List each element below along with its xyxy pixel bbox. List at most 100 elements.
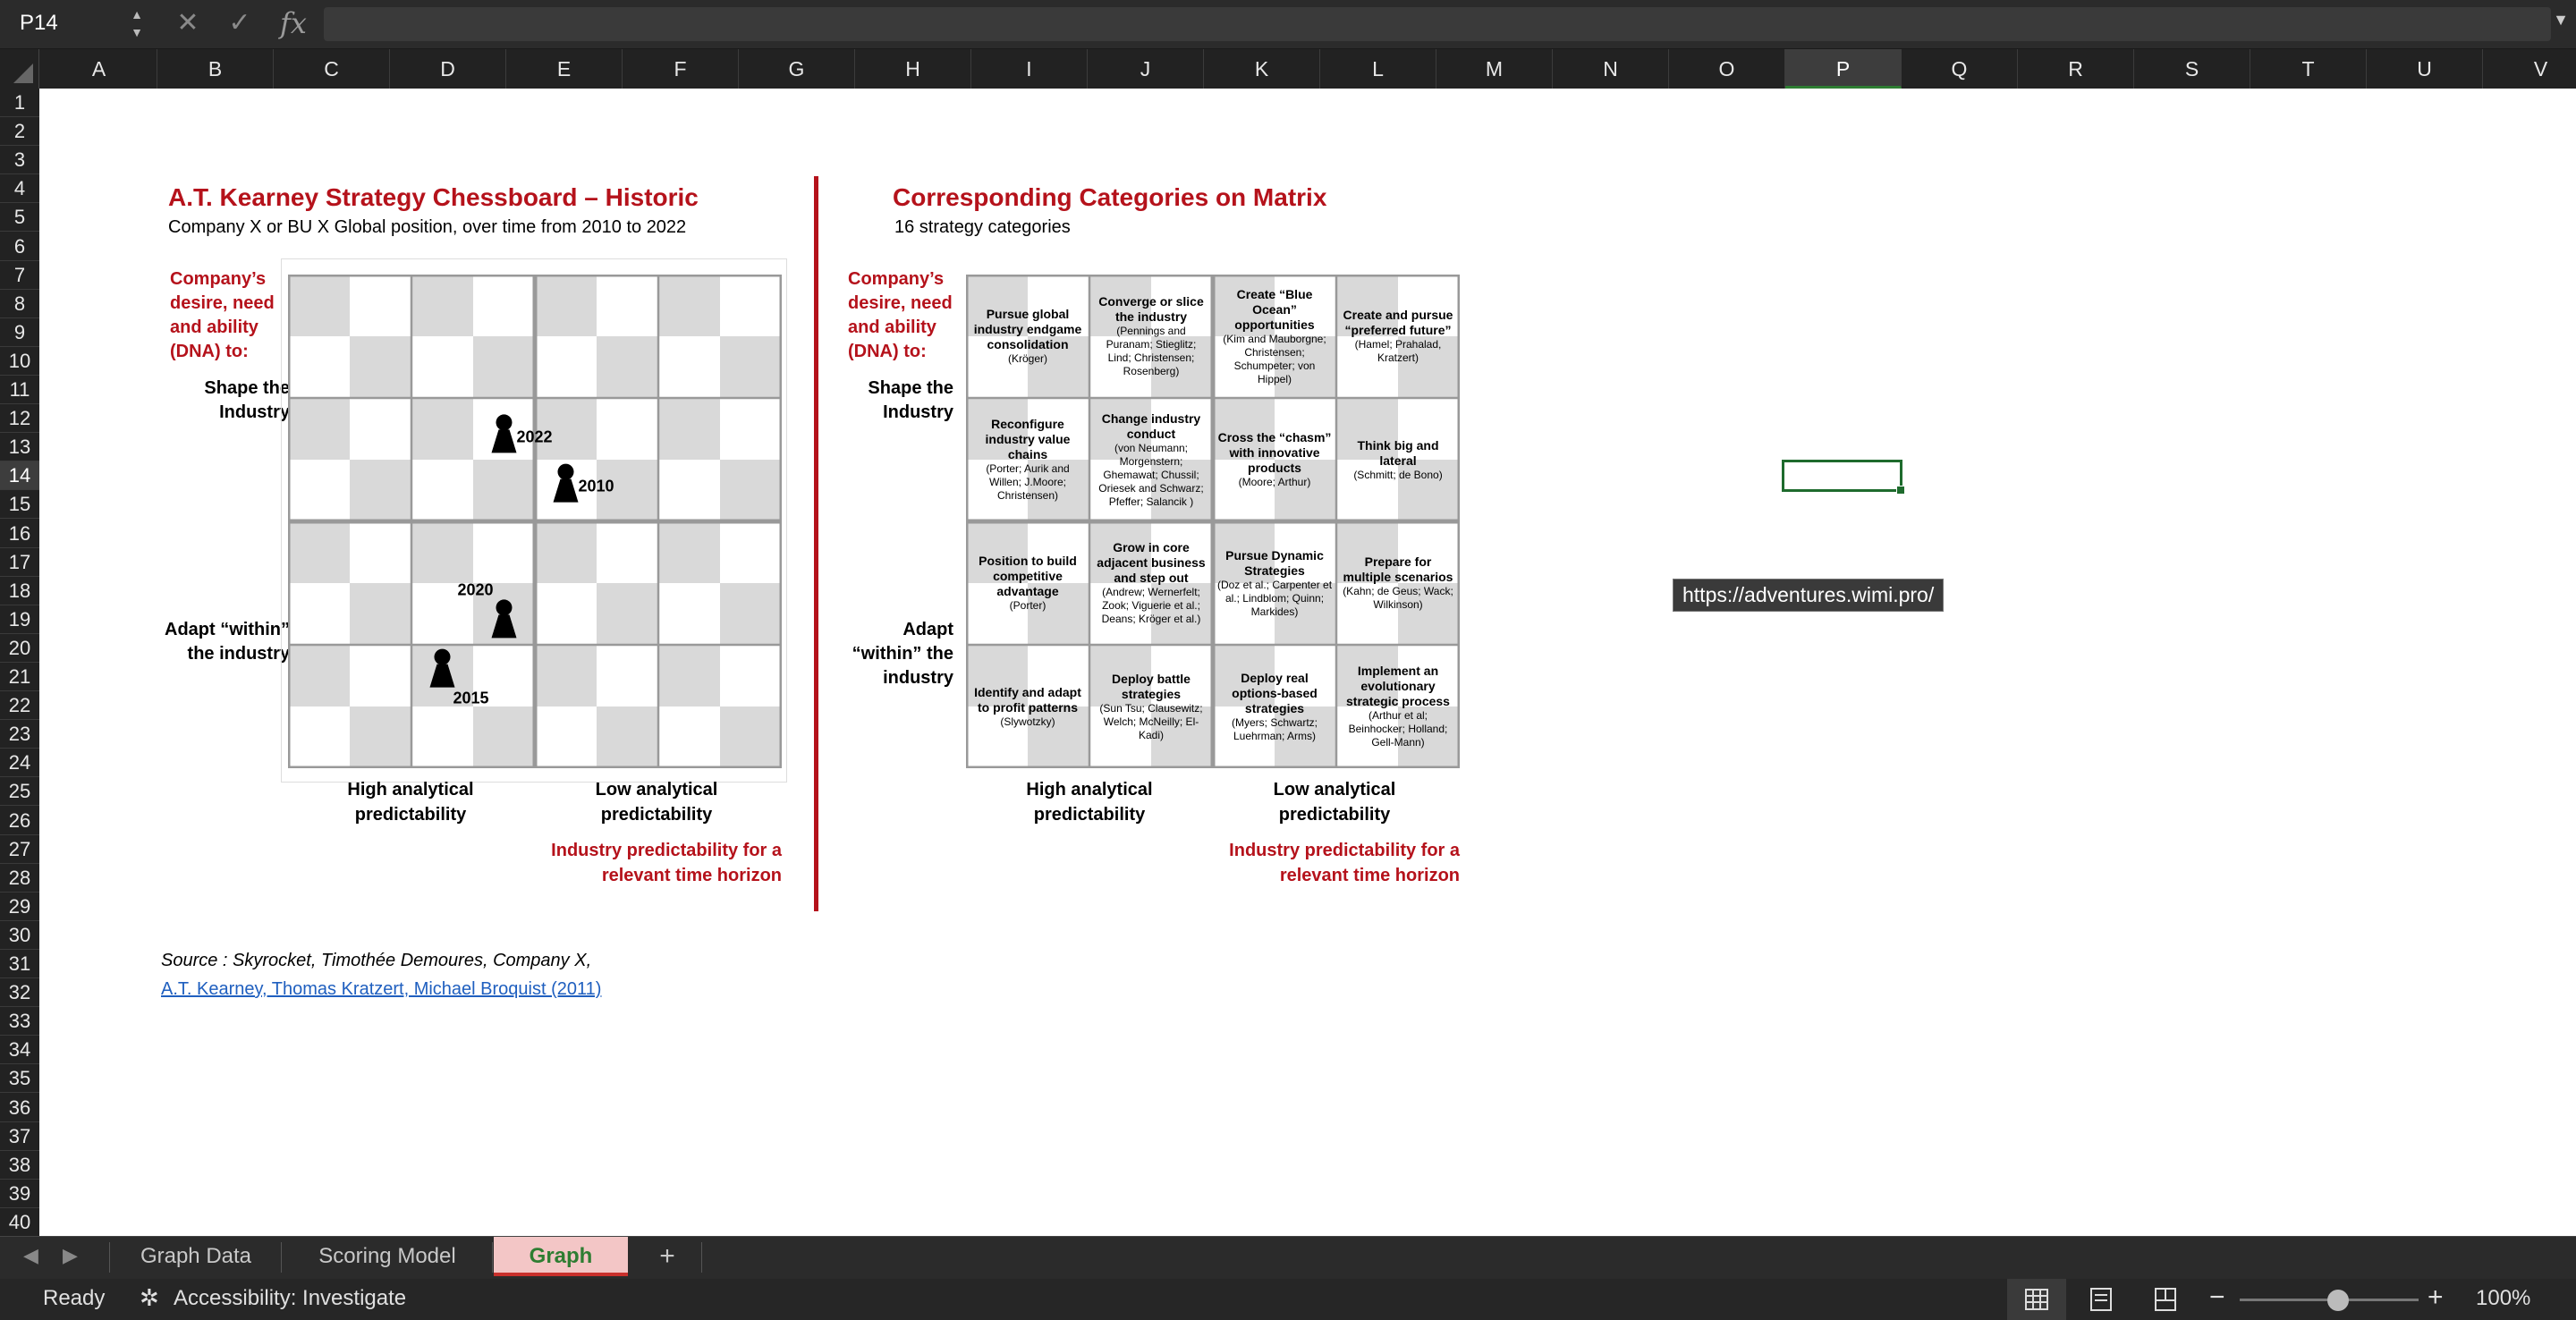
row-header-23[interactable]: 23 (0, 720, 39, 749)
row-header-8[interactable]: 8 (0, 290, 39, 318)
row-header-40[interactable]: 40 (0, 1208, 39, 1237)
board-square (720, 460, 782, 521)
name-box-spinner[interactable]: ▲ ▼ (127, 5, 147, 43)
zoom-slider-handle[interactable] (2327, 1290, 2349, 1311)
row-header-28[interactable]: 28 (0, 864, 39, 893)
column-header-F[interactable]: F (623, 49, 739, 89)
page-break-button[interactable] (2136, 1279, 2195, 1320)
strategy-refs: (Arthur et al; Beinhocker; Holland; Gell… (1348, 709, 1448, 749)
column-header-R[interactable]: R (2018, 49, 2134, 89)
row-header-21[interactable]: 21 (0, 663, 39, 692)
column-header-I[interactable]: I (971, 49, 1088, 89)
column-header-U[interactable]: U (2367, 49, 2483, 89)
row-header-9[interactable]: 9 (0, 318, 39, 347)
column-header-Q[interactable]: Q (1902, 49, 2018, 89)
column-header-K[interactable]: K (1204, 49, 1320, 89)
row-headers: 1 2 3 4 5 6 7 8 9 10 11 12 13 14 15 16 17 18 19 20 21 22 23 24 2… (0, 89, 39, 1237)
selected-cell[interactable] (1782, 460, 1905, 495)
confirm-icon[interactable]: ✓ (224, 7, 256, 39)
row-header-4[interactable]: 4 (0, 174, 39, 204)
column-header-D[interactable]: D (390, 49, 506, 89)
row-header-2[interactable]: 2 (0, 117, 39, 147)
column-header-A[interactable]: A (41, 49, 157, 89)
column-header-L[interactable]: L (1320, 49, 1436, 89)
column-header-G[interactable]: G (739, 49, 855, 89)
select-all-corner[interactable] (0, 49, 39, 89)
column-header-P[interactable]: P (1785, 49, 1902, 89)
source-link[interactable]: A.T. Kearney, Thomas Kratzert, Michael B… (161, 979, 601, 1000)
function-icon[interactable]: fx (277, 7, 309, 39)
row-header-37[interactable]: 37 (0, 1122, 39, 1151)
row-header-27[interactable]: 27 (0, 835, 39, 864)
add-sheet-button[interactable]: + (648, 1237, 687, 1276)
column-header-B[interactable]: B (157, 49, 274, 89)
strategy-cell: Identify and adapt to profit patterns (Sl… (970, 648, 1086, 765)
row-header-35[interactable]: 35 (0, 1064, 39, 1094)
row-header-25[interactable]: 25 (0, 777, 39, 807)
row-header-22[interactable]: 22 (0, 691, 39, 721)
board-square (535, 521, 597, 583)
column-header-T[interactable]: T (2250, 49, 2367, 89)
name-box[interactable]: P14 (0, 0, 125, 47)
row-header-5[interactable]: 5 (0, 203, 39, 233)
row-header-3[interactable]: 3 (0, 146, 39, 175)
column-header-H[interactable]: H (855, 49, 971, 89)
row-header-16[interactable]: 16 (0, 520, 39, 548)
row-header-11[interactable]: 11 (0, 376, 39, 405)
zoom-out-button[interactable]: − (2209, 1282, 2225, 1313)
row-header-10[interactable]: 10 (0, 347, 39, 376)
row-header-15[interactable]: 15 (0, 490, 39, 520)
row-header-24[interactable]: 24 (0, 749, 39, 778)
accessibility-status[interactable]: Accessibility: Investigate (174, 1286, 406, 1311)
row-header-13[interactable]: 13 (0, 433, 39, 462)
row-header-29[interactable]: 29 (0, 893, 39, 921)
row-header-7[interactable]: 7 (0, 261, 39, 290)
chevron-down-icon[interactable]: ▼ (2553, 11, 2569, 30)
board-square (535, 645, 597, 707)
column-header-S[interactable]: S (2134, 49, 2250, 89)
page-layout-button[interactable] (2072, 1279, 2131, 1320)
strategy-title: Implement an evolutionary strategic proc… (1346, 664, 1450, 708)
chevron-left-icon[interactable]: ◀ (23, 1244, 38, 1267)
row-header-36[interactable]: 36 (0, 1094, 39, 1122)
board-square (350, 398, 411, 460)
row-header-38[interactable]: 38 (0, 1151, 39, 1180)
column-header-V[interactable]: V (2483, 49, 2576, 89)
row-header-33[interactable]: 33 (0, 1007, 39, 1037)
normal-view-button[interactable] (2007, 1279, 2066, 1320)
row-header-20[interactable]: 20 (0, 634, 39, 663)
column-header-C[interactable]: C (274, 49, 390, 89)
tab-scoring-model[interactable]: Scoring Model (284, 1237, 490, 1276)
row-header-34[interactable]: 34 (0, 1036, 39, 1065)
strategy-title: Deploy real options-based strategies (1232, 670, 1318, 715)
column-header-E[interactable]: E (506, 49, 623, 89)
row-header-6[interactable]: 6 (0, 233, 39, 261)
board-square (473, 336, 535, 398)
row-header-19[interactable]: 19 (0, 605, 39, 634)
column-header-N[interactable]: N (1553, 49, 1669, 89)
zoom-in-button[interactable]: + (2428, 1282, 2444, 1313)
accessibility-icon[interactable]: ✲ (140, 1284, 159, 1312)
tab-graph-data[interactable]: Graph Data (113, 1237, 279, 1276)
chevron-right-icon[interactable]: ▶ (63, 1244, 78, 1267)
row-header-39[interactable]: 39 (0, 1180, 39, 1208)
column-header-J[interactable]: J (1088, 49, 1204, 89)
row-header-17[interactable]: 17 (0, 548, 39, 577)
strategy-title: Position to build competitive advantage (979, 554, 1077, 598)
strategy-refs: (Hamel; Prahalad, Kratzert) (1354, 338, 1442, 364)
row-header-14[interactable]: 14 (0, 461, 39, 491)
row-header-32[interactable]: 32 (0, 978, 39, 1008)
sheet-grid[interactable]: A.T. Kearney Strategy Chessboard – Histo… (39, 89, 2576, 1236)
column-header-O[interactable]: O (1669, 49, 1785, 89)
board-square (658, 707, 720, 768)
column-header-M[interactable]: M (1436, 49, 1553, 89)
tab-graph[interactable]: Graph (494, 1237, 628, 1276)
row-header-18[interactable]: 18 (0, 577, 39, 605)
cancel-icon[interactable]: ✕ (172, 7, 204, 39)
formula-input[interactable] (324, 7, 2551, 41)
row-header-26[interactable]: 26 (0, 807, 39, 835)
row-header-12[interactable]: 12 (0, 404, 39, 434)
row-header-30[interactable]: 30 (0, 921, 39, 950)
row-header-31[interactable]: 31 (0, 950, 39, 979)
row-header-1[interactable]: 1 (0, 89, 39, 118)
